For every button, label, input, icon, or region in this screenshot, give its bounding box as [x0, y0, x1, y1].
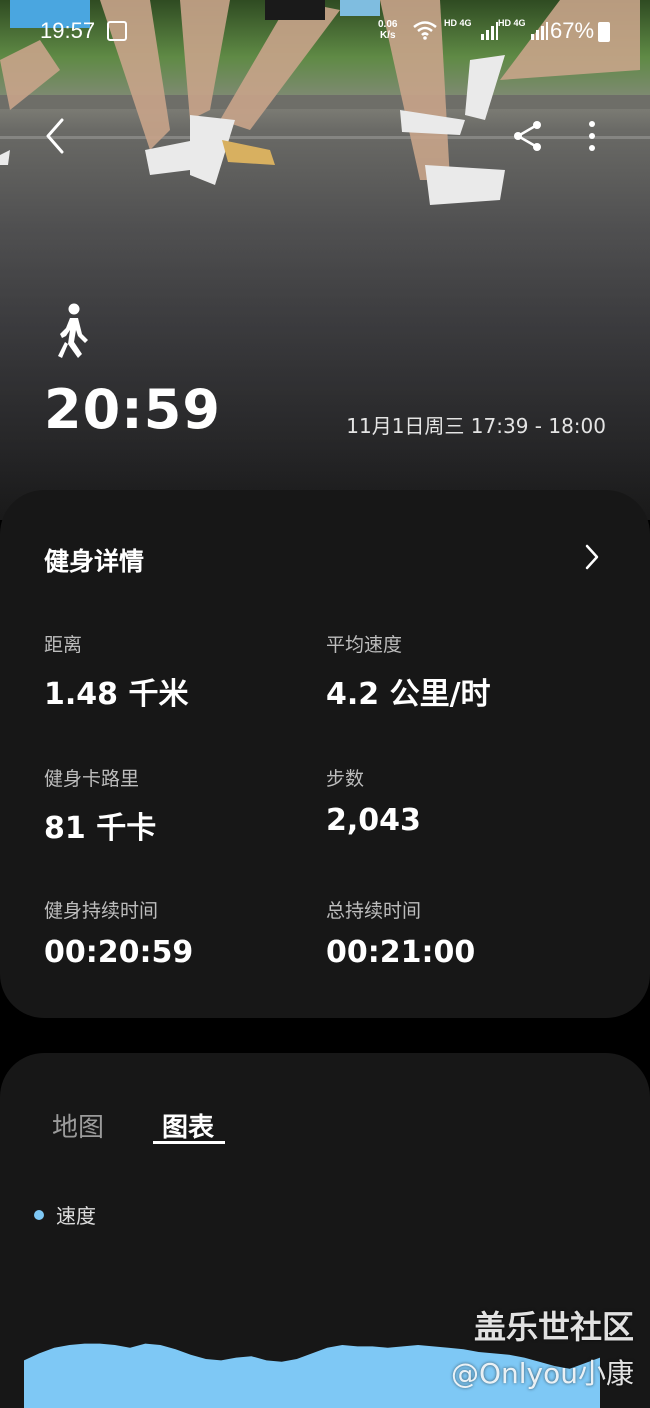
back-arrow-icon[interactable] — [40, 116, 72, 156]
network-speed-value: 0.06 — [378, 19, 398, 30]
metric-value: 00:21:00 — [326, 935, 476, 970]
legend-dot — [34, 1209, 44, 1220]
sim2-label: HD 4G — [498, 18, 526, 28]
metric-label: 距离 — [44, 634, 83, 656]
metric-steps: 步数 2,043 — [326, 764, 421, 838]
metric-label: 平均速度 — [326, 634, 403, 656]
metric-distance: 距离 1.48 千米 — [44, 630, 188, 713]
metric-workout-duration: 健身持续时间 00:20:59 — [44, 896, 193, 970]
signal-bars-icon — [531, 22, 548, 40]
walk-icon — [58, 303, 88, 358]
status-bar: 19:57 0.06 K/s HD 4G HD 4G 67% — [0, 0, 650, 62]
metric-label: 步数 — [326, 768, 365, 790]
metric-label: 健身卡路里 — [44, 768, 140, 790]
metric-value: 4.2 公里/时 — [326, 677, 491, 712]
gallery-notification-icon — [107, 21, 127, 41]
metric-calories: 健身卡路里 81 千卡 — [44, 764, 156, 847]
network-speed-unit: K/s — [379, 30, 396, 41]
battery-icon — [598, 22, 610, 42]
wifi-icon — [413, 21, 437, 40]
hero-photo — [0, 0, 650, 520]
active-tab-indicator — [153, 1141, 225, 1144]
sim1-label: HD 4G — [444, 18, 472, 28]
legend-label: 速度 — [56, 1204, 96, 1228]
battery-percent: 67% — [550, 18, 595, 43]
tab-chart[interactable]: 图表 — [162, 1107, 214, 1144]
watermark-author: @Onlyou小康 — [450, 1357, 634, 1390]
share-icon[interactable] — [510, 118, 546, 154]
workout-duration: 20:59 — [44, 378, 221, 441]
metric-label: 总持续时间 — [326, 900, 422, 922]
metric-value: 1.48 千米 — [44, 677, 189, 712]
more-options-icon[interactable] — [578, 118, 606, 154]
signal-bars-icon — [481, 22, 498, 40]
details-title: 健身详情 — [44, 547, 145, 576]
network-speed: 0.06 K/s — [378, 19, 397, 41]
workout-datetime: 11月1日周三 17:39 - 18:00 — [346, 414, 606, 438]
tab-map[interactable]: 地图 — [52, 1107, 104, 1144]
metric-value: 2,043 — [326, 803, 421, 838]
metric-total-duration: 总持续时间 00:21:00 — [326, 896, 475, 970]
metric-value: 81 千卡 — [44, 811, 157, 846]
status-time: 19:57 — [40, 18, 96, 43]
workout-details-card: 健身详情 距离 1.48 千米 平均速度 4.2 公里/时 健身卡路里 81 千… — [0, 490, 650, 1018]
metric-average-speed: 平均速度 4.2 公里/时 — [326, 630, 491, 713]
chart-legend: 速度 — [34, 1200, 96, 1229]
watermark-community: 盖乐世社区 — [473, 1308, 634, 1346]
metric-value: 00:20:59 — [44, 935, 194, 970]
metric-label: 健身持续时间 — [44, 900, 159, 922]
chevron-right-icon[interactable] — [580, 542, 604, 572]
